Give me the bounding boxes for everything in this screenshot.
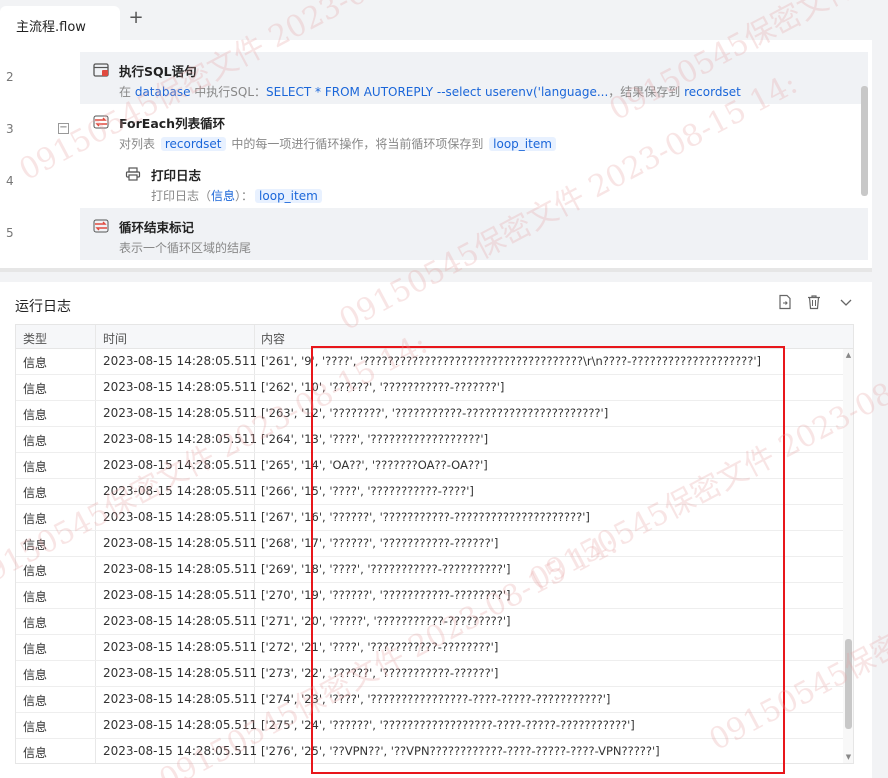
cell-time: 2023-08-15 14:28:05.511 (103, 692, 258, 706)
cell-type: 信息 (23, 720, 48, 734)
cell-time: 2023-08-15 14:28:05.511 (103, 640, 258, 654)
step-description: 打印日志（信息）： loop_item (151, 187, 324, 204)
variable-tag: recordset (160, 137, 226, 151)
highlight-box (311, 346, 785, 774)
scroll-up-icon[interactable]: ▲ (844, 351, 853, 360)
step-execute-sql[interactable]: 执行SQL语句 在 database 中执行SQL：SELECT * FROM … (80, 52, 868, 104)
cell-time: 2023-08-15 14:28:05.511 (103, 536, 258, 550)
sql-icon (93, 63, 109, 77)
keyword-text: 信息 (211, 189, 236, 203)
line-number: 5 (6, 226, 14, 240)
cell-time: 2023-08-15 14:28:05.511 (103, 562, 258, 576)
cell-type: 信息 (23, 746, 48, 760)
step-title: 打印日志 (151, 168, 202, 183)
line-gutter: 2 3 4 5 − (0, 40, 80, 272)
variable-tag: loop_item (489, 137, 556, 151)
log-panel-title: 运行日志 (15, 299, 71, 315)
cell-time: 2023-08-15 14:28:05.511 (103, 432, 258, 446)
cell-time: 2023-08-15 14:28:05.511 (103, 380, 258, 394)
scroll-down-icon[interactable]: ▼ (844, 753, 853, 762)
cell-type: 信息 (23, 616, 48, 630)
tab-label: 主流程.flow (16, 20, 86, 35)
cell-time: 2023-08-15 14:28:05.511 (103, 484, 258, 498)
cell-type: 信息 (23, 642, 48, 656)
cell-type: 信息 (23, 434, 48, 448)
cell-type: 信息 (23, 590, 48, 604)
line-number: 2 (6, 70, 14, 84)
description-text: ，结果保存到 (608, 85, 685, 99)
scrollbar-thumb[interactable] (845, 639, 852, 729)
export-log-icon[interactable] (777, 294, 793, 310)
description-text: 表示一个循环区域的结尾 (119, 241, 252, 255)
description-text: 打印日志（ (151, 189, 212, 203)
cell-type: 信息 (23, 408, 48, 422)
description-text: ）： (235, 189, 254, 203)
step-description: 在 database 中执行SQL：SELECT * FROM AUTOREPL… (119, 83, 741, 100)
description-text: 中执行SQL： (190, 85, 267, 99)
cell-type: 信息 (23, 356, 48, 370)
variable-tag: loop_item (255, 189, 322, 203)
cell-type: 信息 (23, 668, 48, 682)
step-description: 对列表 recordset 中的每一项进行循环操作，将当前循环项保存到 loop… (119, 135, 558, 152)
loop-end-icon (93, 219, 109, 233)
tab-bar: 主流程.flow + (0, 0, 888, 40)
cell-time: 2023-08-15 14:28:05.511 (103, 588, 258, 602)
clear-log-icon[interactable] (806, 294, 822, 310)
keyword-text: database (134, 85, 191, 99)
step-title: ForEach列表循环 (119, 116, 226, 131)
editor-scrollbar[interactable] (861, 86, 868, 196)
keyword-text: SELECT * FROM AUTOREPLY --select userenv… (266, 85, 609, 99)
panel-splitter[interactable] (0, 268, 872, 272)
cell-time: 2023-08-15 14:28:05.511 (103, 354, 258, 368)
cell-time: 2023-08-15 14:28:05.511 (103, 718, 258, 732)
step-description: 表示一个循环区域的结尾 (119, 239, 251, 256)
column-header-content: 内容 (261, 332, 286, 346)
collapse-panel-icon[interactable] (838, 294, 854, 310)
step-foreach-loop[interactable]: ForEach列表循环 对列表 recordset 中的每一项进行循环操作，将当… (80, 104, 868, 156)
cell-type: 信息 (23, 538, 48, 552)
description-text: 对列表 (119, 137, 159, 151)
step-print-log[interactable]: 打印日志 打印日志（信息）： loop_item (80, 156, 868, 208)
cell-time: 2023-08-15 14:28:05.511 (103, 458, 258, 472)
cell-type: 信息 (23, 382, 48, 396)
cell-time: 2023-08-15 14:28:05.511 (103, 510, 258, 524)
log-scrollbar[interactable]: ▲ ▼ (843, 349, 853, 763)
description-text: 在 (119, 85, 135, 99)
step-title: 执行SQL语句 (119, 64, 197, 79)
cell-time: 2023-08-15 14:28:05.511 (103, 744, 258, 758)
loop-icon (93, 115, 109, 129)
printer-icon (125, 167, 141, 181)
cell-time: 2023-08-15 14:28:05.511 (103, 666, 258, 680)
tab-main-flow[interactable]: 主流程.flow (0, 6, 120, 40)
collapse-loop-icon[interactable]: − (58, 123, 69, 134)
cell-type: 信息 (23, 460, 48, 474)
column-header-time: 时间 (103, 332, 128, 346)
step-title: 循环结束标记 (119, 220, 195, 235)
step-loop-end[interactable]: 循环结束标记 表示一个循环区域的结尾 (80, 208, 868, 260)
column-header-type: 类型 (23, 332, 48, 346)
cell-type: 信息 (23, 512, 48, 526)
description-text: 中的每一项进行循环操作，将当前循环项保存到 (227, 137, 488, 151)
line-number: 3 (6, 122, 14, 136)
cell-type: 信息 (23, 486, 48, 500)
cell-time: 2023-08-15 14:28:05.511 (103, 406, 258, 420)
cell-type: 信息 (23, 564, 48, 578)
cell-type: 信息 (23, 694, 48, 708)
keyword-text: recordset (684, 85, 741, 99)
line-number: 4 (6, 174, 14, 188)
cell-time: 2023-08-15 14:28:05.511 (103, 614, 258, 628)
add-tab-icon[interactable]: + (127, 9, 145, 28)
flow-editor: 2 3 4 5 − 执行SQL语句 在 database 中执行SQL：SELE… (0, 40, 872, 272)
